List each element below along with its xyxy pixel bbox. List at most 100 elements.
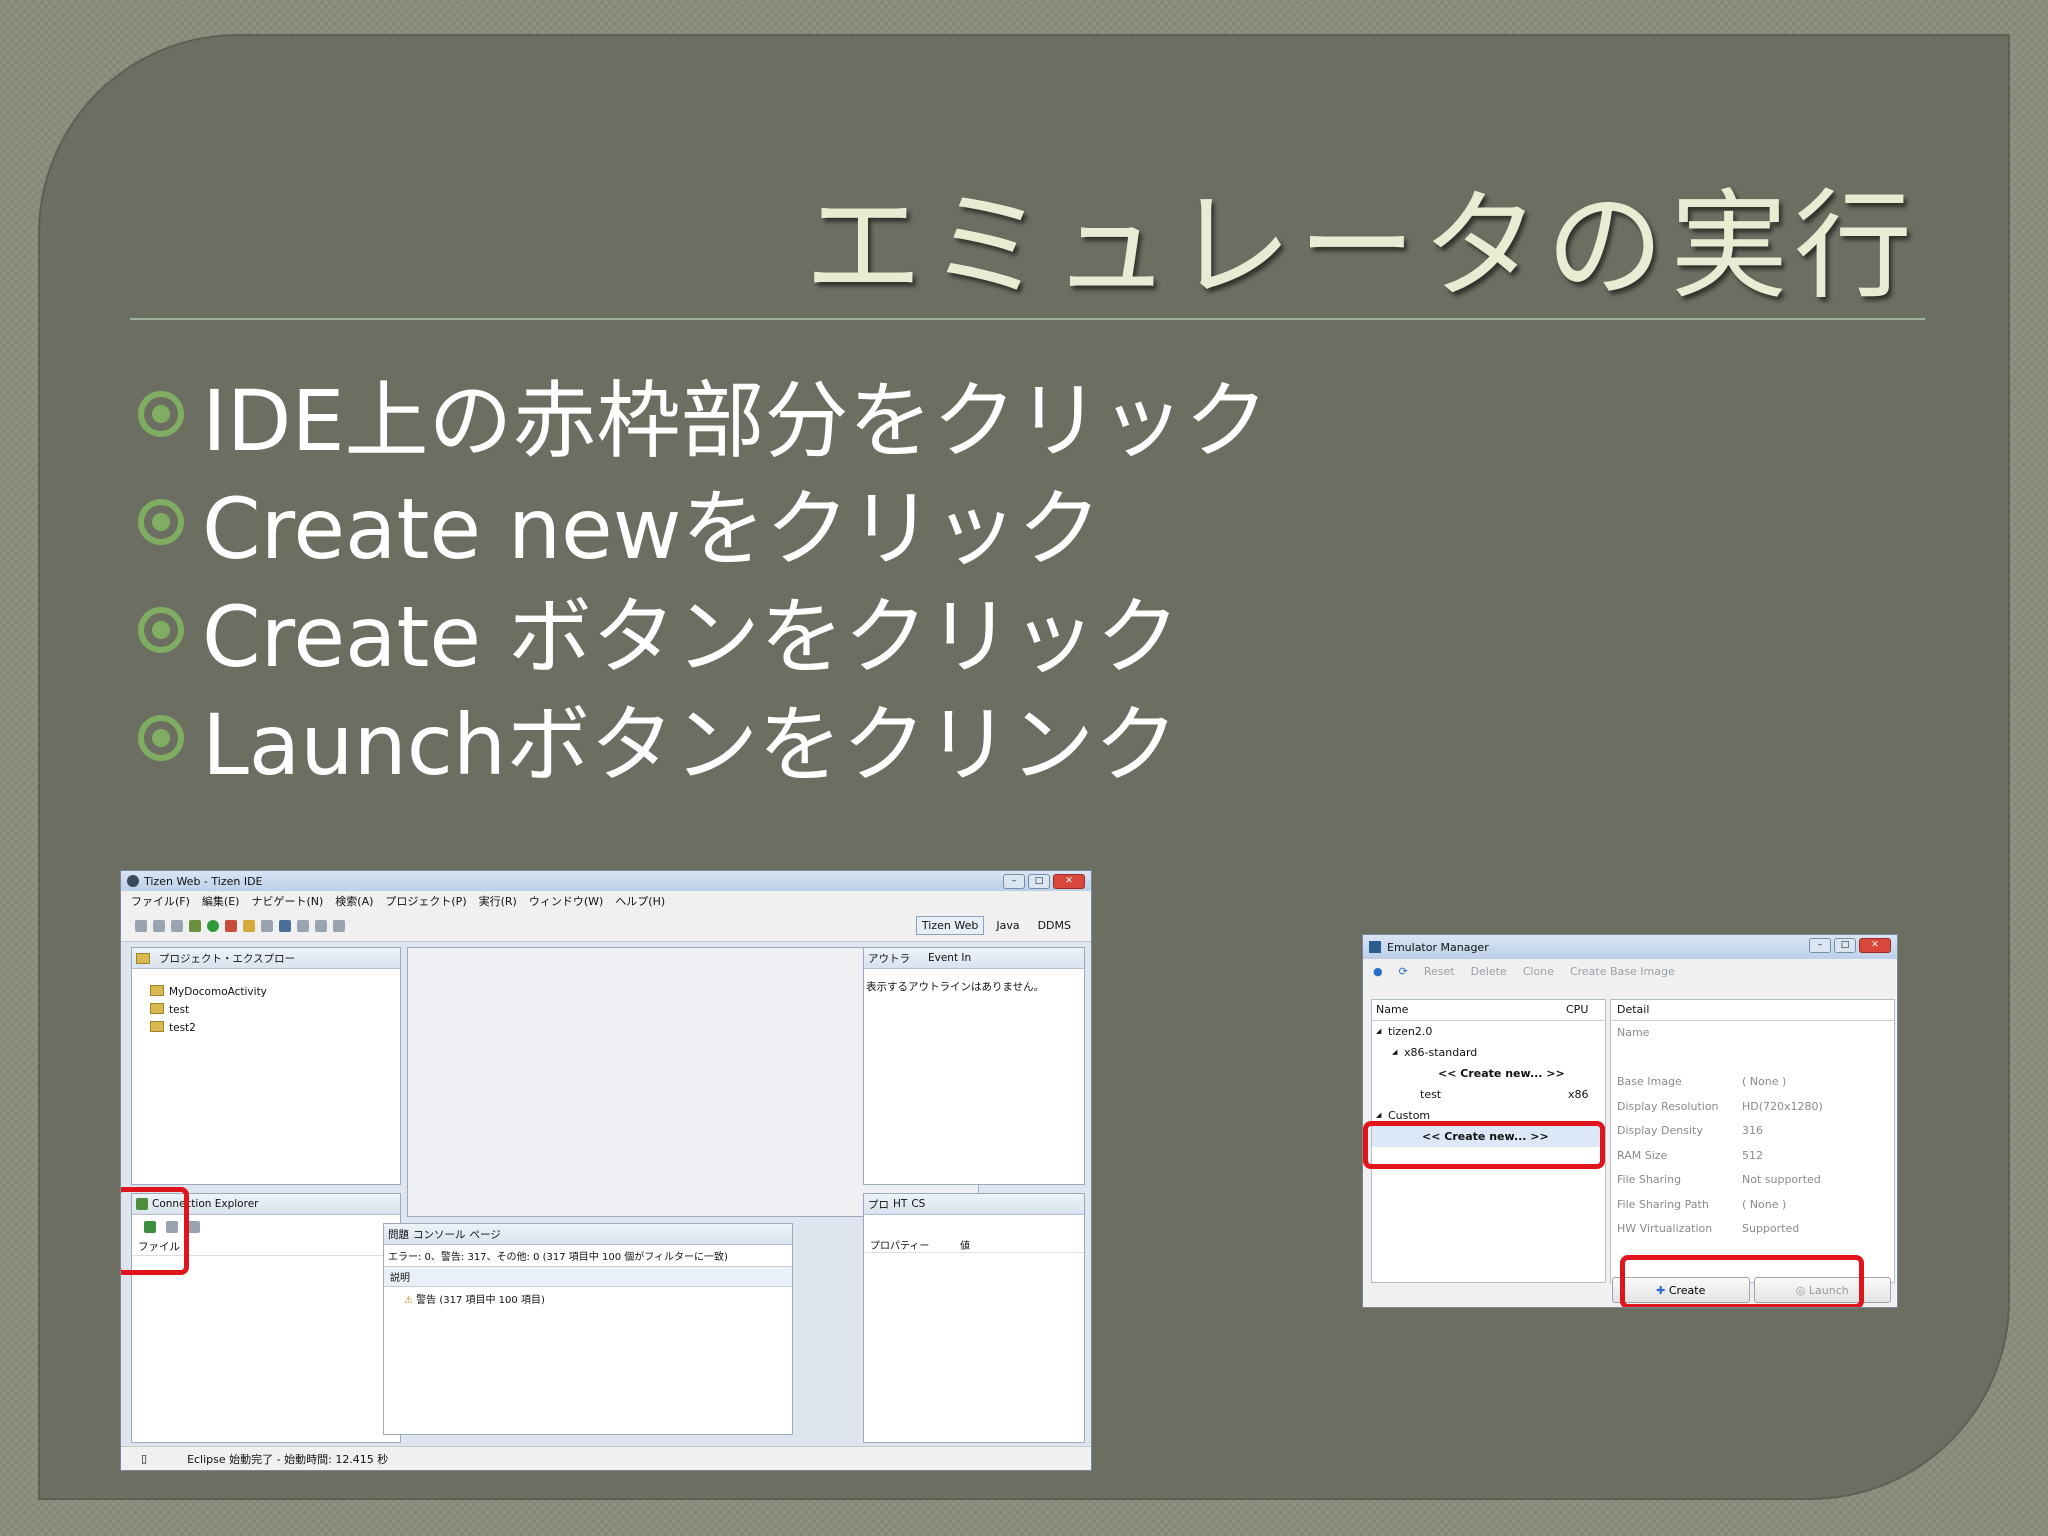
maximize-button[interactable]: □ (1028, 874, 1050, 889)
title-divider (130, 318, 1925, 320)
close-button[interactable]: ✕ (1053, 874, 1085, 889)
new-icon[interactable] (135, 920, 147, 932)
tab-console[interactable]: コンソール (413, 1227, 466, 1242)
emulator-name: << Create new... >> (1438, 1067, 1565, 1080)
menu-run[interactable]: 実行(R) (479, 893, 517, 909)
detail-key: File Sharing (1617, 1173, 1682, 1186)
menu-edit[interactable]: 編集(E) (202, 893, 240, 909)
forward-icon[interactable] (333, 920, 345, 932)
close-button[interactable]: ✕ (1859, 938, 1891, 953)
perspective-ddms[interactable]: DDMS (1032, 916, 1077, 935)
minimize-button[interactable]: – (1809, 938, 1831, 953)
debug-icon[interactable] (189, 920, 201, 932)
status-text: Eclipse 始動完了 - 始動時間: 12.415 秒 (187, 1452, 389, 1466)
settings-icon[interactable] (279, 920, 291, 932)
tab-css[interactable]: CS (911, 1198, 925, 1210)
circle-bullet-icon (138, 499, 184, 545)
perspective-tizen-web[interactable]: Tizen Web (915, 916, 985, 935)
emulator-list-header: Name CPU (1372, 1000, 1605, 1021)
detail-header: Detail (1611, 1000, 1894, 1021)
slide-title: エミュレータの実行 (804, 177, 1918, 315)
run-icon[interactable] (207, 920, 219, 932)
ide-titlebar: Tizen Web - Tizen IDE – □ ✕ (121, 871, 1091, 891)
save-icon[interactable] (153, 920, 165, 932)
back-icon[interactable] (315, 920, 327, 932)
detail-row: Name (1611, 1021, 1894, 1046)
detail-value: Not supported (1742, 1173, 1821, 1186)
bullet-item: Create newをクリック (138, 468, 1269, 578)
ide-toolbar: Tizen Web Java DDMS (121, 911, 1091, 942)
external-tools-icon[interactable] (225, 920, 237, 932)
menu-window[interactable]: ウィンドウ(W) (529, 893, 603, 909)
detail-value: ( None ) (1742, 1197, 1787, 1211)
warning-icon: ⚠ (404, 1295, 417, 1306)
emulator-tree-row[interactable]: ◢ tizen2.0 (1372, 1021, 1605, 1042)
annotation-icon[interactable] (297, 920, 309, 932)
tab-event-injector[interactable]: Event In (928, 952, 971, 964)
create-base-image-button[interactable]: Create Base Image (1570, 965, 1675, 978)
emulator-app-icon (1369, 941, 1381, 953)
tizen-icon (127, 875, 139, 887)
delete-button[interactable]: Delete (1471, 965, 1507, 978)
detail-value: 316 (1742, 1124, 1763, 1137)
detail-row: File Sharing Path ( None ) (1611, 1193, 1894, 1218)
detail-key: Display Resolution (1617, 1099, 1719, 1113)
project-explorer-title[interactable]: プロジェクト・エクスプロー (159, 951, 295, 966)
refresh-icon[interactable]: ⟳ (1399, 965, 1408, 978)
detail-row: File Sharing Not supported (1611, 1168, 1894, 1193)
menu-help[interactable]: ヘルプ(H) (615, 893, 665, 909)
emulator-toolbar: ● ⟳ Reset Delete Clone Create Base Image (1363, 959, 1897, 983)
tab-html[interactable]: HT (893, 1198, 907, 1210)
project-item[interactable]: test2 (132, 1019, 400, 1037)
minimize-button[interactable]: – (1003, 874, 1025, 889)
detail-value: HD(720x1280) (1742, 1099, 1823, 1113)
menu-file[interactable]: ファイル(F) (131, 893, 190, 909)
project-item[interactable]: test (132, 1001, 400, 1019)
menu-project[interactable]: プロジェクト(P) (385, 893, 466, 909)
circle-bullet-icon (138, 391, 184, 437)
emulator-tree-row[interactable]: test x86 (1372, 1084, 1605, 1105)
clone-button[interactable]: Clone (1523, 965, 1554, 978)
menu-search[interactable]: 検索(A) (335, 893, 373, 909)
emulator-detail: Detail Name Base Image ( None ) Display Res… (1610, 999, 1895, 1283)
open-folder-icon[interactable] (243, 920, 255, 932)
menu-navigate[interactable]: ナビゲート(N) (251, 893, 323, 909)
project-icon (150, 1003, 164, 1014)
emulator-cpu: x86 (1568, 1088, 1589, 1101)
highlight-connection-explorer (121, 1187, 189, 1275)
tab-outline[interactable]: アウトラ (868, 951, 910, 966)
edit-icon[interactable] (188, 1221, 200, 1233)
tab-problems[interactable]: 問題 (388, 1227, 409, 1242)
detail-row (1611, 1046, 1894, 1071)
detail-key: Name (1617, 1026, 1650, 1039)
tab-pages[interactable]: ページ (470, 1227, 501, 1242)
problems-pane: 問題 コンソール ページ エラー: 0、警告: 317、その他: 0 (317 … (383, 1223, 793, 1435)
info-icon[interactable]: ● (1373, 965, 1383, 978)
problems-row[interactable]: ⚠ 警告 (317 項目中 100 項目) (384, 1287, 792, 1310)
project-item[interactable]: MyDocomoActivity (132, 983, 400, 1001)
print-icon[interactable] (171, 920, 183, 932)
properties-header: プロ HT CS (864, 1194, 1084, 1215)
properties-pane: プロ HT CS プロパティー 値 (863, 1193, 1085, 1443)
perspective-switcher: Tizen Web Java DDMS (915, 916, 1077, 935)
detail-value: Supported (1742, 1222, 1800, 1235)
emulator-tree-row[interactable]: << Create new... >> (1372, 1063, 1605, 1084)
tab-properties[interactable]: プロ (868, 1197, 889, 1212)
perspective-java[interactable]: Java (990, 916, 1025, 935)
project-explorer-header: プロジェクト・エクスプロー (132, 948, 400, 969)
emulator-manager-screenshot: Emulator Manager – □ ✕ ● ⟳ Reset Delete … (1362, 934, 1898, 1308)
search-icon[interactable] (261, 920, 273, 932)
outline-header: アウトラ Event In (864, 948, 1084, 969)
emulator-tree-row[interactable]: ◢ x86-standard (1372, 1042, 1605, 1063)
detail-key: Display Density (1617, 1124, 1703, 1137)
expand-icon[interactable]: ◢ (1392, 1042, 1397, 1063)
outline-empty-text: 表示するアウトラインはありません。 (866, 981, 1045, 993)
expand-icon[interactable]: ◢ (1376, 1021, 1381, 1042)
maximize-button[interactable]: □ (1834, 938, 1856, 953)
ide-screenshot: Tizen Web - Tizen IDE – □ ✕ ファイル(F) 編集(E… (120, 870, 1092, 1471)
bullet-item: Launchボタンをクリンク (138, 684, 1269, 794)
highlight-create-new (1363, 1121, 1605, 1169)
ide-window-title: Tizen Web - Tizen IDE (144, 874, 263, 888)
reset-button[interactable]: Reset (1424, 965, 1455, 978)
bullet-item: IDE上の赤枠部分をクリック (138, 360, 1269, 470)
